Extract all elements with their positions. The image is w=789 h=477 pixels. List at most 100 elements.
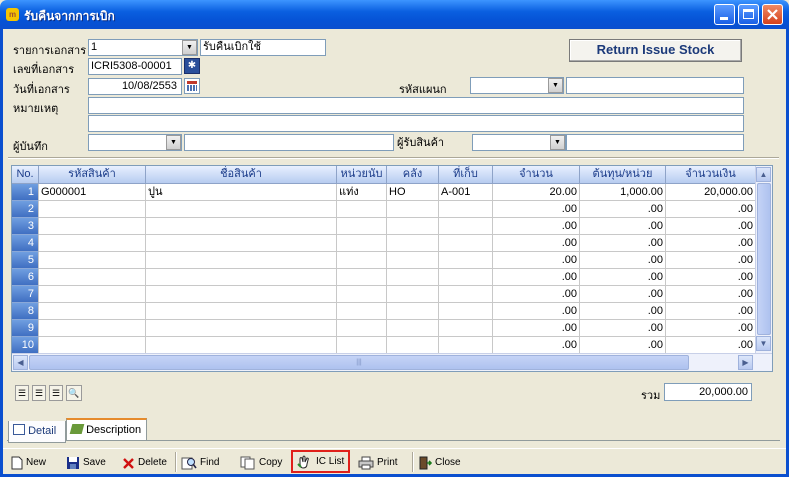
cell-unit[interactable] xyxy=(337,303,387,320)
cell-warehouse[interactable]: HO xyxy=(387,184,439,201)
cell-item-code[interactable] xyxy=(39,303,146,320)
cell-unit-cost[interactable]: .00 xyxy=(580,269,666,286)
close-window-button[interactable] xyxy=(762,4,783,25)
chevron-down-icon[interactable]: ▼ xyxy=(548,78,563,93)
col-header-amount[interactable]: จำนวนเงิน xyxy=(666,166,756,184)
cell-item-code[interactable] xyxy=(39,201,146,218)
scroll-up-icon[interactable]: ▲ xyxy=(756,167,771,182)
cell-quantity[interactable]: .00 xyxy=(493,286,580,303)
return-issue-stock-button[interactable]: Return Issue Stock xyxy=(569,39,742,62)
zoom-grid-icon[interactable]: 🔍 xyxy=(66,385,82,401)
delete-row-icon[interactable]: ☰ xyxy=(49,385,63,401)
cell-amount[interactable]: .00 xyxy=(666,303,756,320)
cell-warehouse[interactable] xyxy=(387,303,439,320)
cell-amount[interactable]: .00 xyxy=(666,252,756,269)
cell-unit-cost[interactable]: .00 xyxy=(580,303,666,320)
cell-quantity[interactable]: .00 xyxy=(493,320,580,337)
cell-location[interactable]: A-001 xyxy=(439,184,493,201)
table-row[interactable]: 6.00.00.00 xyxy=(12,269,756,286)
new-button[interactable]: New xyxy=(11,451,46,475)
items-grid[interactable]: No. รหัสสินค้า ชื่อสินค้า หน่วยนับ คลัง … xyxy=(11,165,773,372)
cell-unit[interactable] xyxy=(337,269,387,286)
cell-unit[interactable] xyxy=(337,320,387,337)
cell-item-code[interactable] xyxy=(39,235,146,252)
cell-unit[interactable] xyxy=(337,252,387,269)
table-row[interactable]: 3.00.00.00 xyxy=(12,218,756,235)
scroll-right-icon[interactable]: ▶ xyxy=(738,355,753,370)
cell-item-name[interactable] xyxy=(146,320,337,337)
horizontal-scrollbar[interactable]: ◀ ||| ▶ xyxy=(12,353,772,371)
cell-amount[interactable]: .00 xyxy=(666,218,756,235)
cell-location[interactable] xyxy=(439,218,493,235)
cell-warehouse[interactable] xyxy=(387,252,439,269)
maximize-button[interactable] xyxy=(738,4,759,25)
cell-item-code[interactable] xyxy=(39,286,146,303)
insert-row-icon[interactable]: ☰ xyxy=(15,385,29,401)
cell-item-name[interactable] xyxy=(146,286,337,303)
table-row[interactable]: 2.00.00.00 xyxy=(12,201,756,218)
note-field-1[interactable] xyxy=(88,97,744,114)
cell-warehouse[interactable] xyxy=(387,320,439,337)
chevron-down-icon[interactable]: ▼ xyxy=(550,135,565,150)
col-header-name[interactable]: ชื่อสินค้า xyxy=(146,166,337,184)
table-row[interactable]: 1 G000001 ปูน แท่ง HO A-001 20.00 1,000.00 20,00… xyxy=(12,184,756,201)
append-row-icon[interactable]: ☰ xyxy=(32,385,46,401)
cell-warehouse[interactable] xyxy=(387,218,439,235)
note-field-2[interactable] xyxy=(88,115,744,132)
cell-unit-cost[interactable]: .00 xyxy=(580,252,666,269)
scroll-thumb[interactable] xyxy=(757,183,771,335)
cell-location[interactable] xyxy=(439,269,493,286)
tab-detail[interactable]: Detail xyxy=(8,421,66,443)
hscroll-thumb[interactable]: ||| xyxy=(29,355,689,370)
cell-unit-cost[interactable]: .00 xyxy=(580,286,666,303)
col-header-qty[interactable]: จำนวน xyxy=(493,166,580,184)
table-row[interactable]: 7.00.00.00 xyxy=(12,286,756,303)
calendar-icon[interactable] xyxy=(184,78,200,94)
cell-amount[interactable]: .00 xyxy=(666,201,756,218)
ic-list-button[interactable]: IC List xyxy=(291,450,350,473)
col-header-location[interactable]: ที่เก็บ xyxy=(439,166,493,184)
cell-item-code[interactable] xyxy=(39,252,146,269)
cell-amount[interactable]: .00 xyxy=(666,286,756,303)
tab-description[interactable]: Description xyxy=(66,418,147,440)
cell-item-code[interactable] xyxy=(39,269,146,286)
chevron-down-icon[interactable]: ▼ xyxy=(166,135,181,150)
cell-quantity[interactable]: .00 xyxy=(493,235,580,252)
cell-item-name[interactable] xyxy=(146,252,337,269)
cell-unit[interactable] xyxy=(337,286,387,303)
cell-warehouse[interactable] xyxy=(387,269,439,286)
cell-warehouse[interactable] xyxy=(387,337,439,354)
col-header-code[interactable]: รหัสสินค้า xyxy=(39,166,146,184)
vertical-scrollbar[interactable]: ▲ ▼ xyxy=(755,166,772,353)
doc-date-field[interactable]: 10/08/2553 xyxy=(88,78,182,95)
cell-warehouse[interactable] xyxy=(387,286,439,303)
cell-item-name[interactable] xyxy=(146,235,337,252)
cell-amount[interactable]: .00 xyxy=(666,269,756,286)
col-header-cost[interactable]: ต้นทุน/หน่วย xyxy=(580,166,666,184)
cell-item-code[interactable]: G000001 xyxy=(39,184,146,201)
print-button[interactable]: Print xyxy=(358,451,398,475)
cell-item-code[interactable] xyxy=(39,320,146,337)
cell-location[interactable] xyxy=(439,201,493,218)
col-header-warehouse[interactable]: คลัง xyxy=(387,166,439,184)
cell-warehouse[interactable] xyxy=(387,235,439,252)
cell-unit[interactable] xyxy=(337,218,387,235)
cell-amount[interactable]: 20,000.00 xyxy=(666,184,756,201)
cell-unit[interactable] xyxy=(337,201,387,218)
scroll-down-icon[interactable]: ▼ xyxy=(756,336,771,351)
cell-item-code[interactable] xyxy=(39,218,146,235)
cell-location[interactable] xyxy=(439,235,493,252)
chevron-down-icon[interactable]: ▼ xyxy=(182,40,197,55)
cell-unit-cost[interactable]: .00 xyxy=(580,235,666,252)
cell-quantity[interactable]: .00 xyxy=(493,252,580,269)
save-button[interactable]: Save xyxy=(66,451,106,475)
table-row[interactable]: 5.00.00.00 xyxy=(12,252,756,269)
cell-location[interactable] xyxy=(439,320,493,337)
table-row[interactable]: 9.00.00.00 xyxy=(12,320,756,337)
doc-no-field[interactable]: ICRI5308-00001 xyxy=(88,58,182,75)
cell-item-name[interactable] xyxy=(146,218,337,235)
cell-quantity[interactable]: .00 xyxy=(493,269,580,286)
table-row[interactable]: 8.00.00.00 xyxy=(12,303,756,320)
cell-location[interactable] xyxy=(439,286,493,303)
cell-unit-cost[interactable]: .00 xyxy=(580,218,666,235)
